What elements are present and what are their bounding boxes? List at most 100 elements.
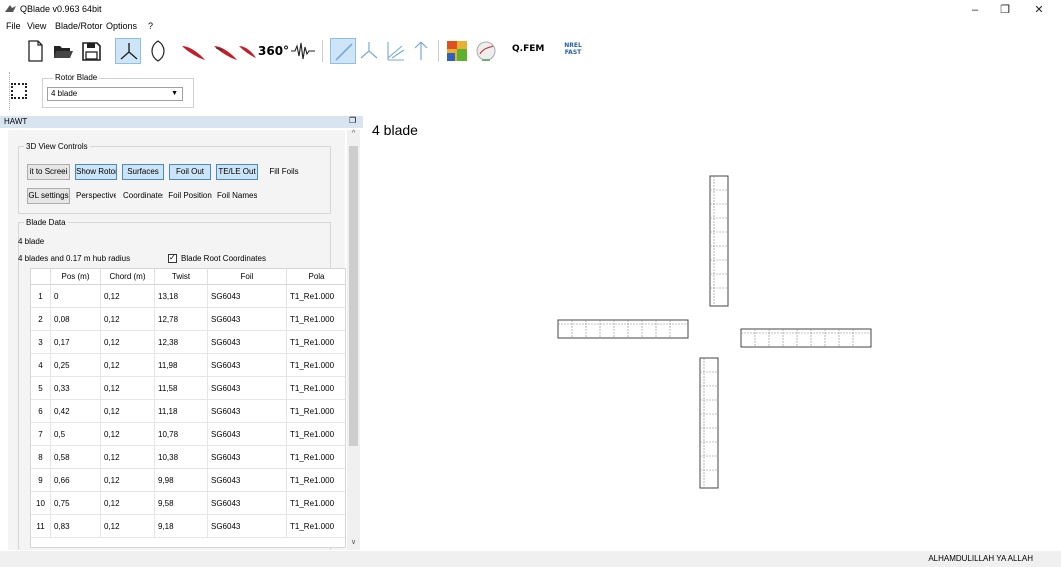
- table-row[interactable]: 8 0,58 0,12 10,38 SG6043 T1_Re1.000: [31, 446, 345, 469]
- cell-twist[interactable]: 13,18: [155, 285, 208, 308]
- 3d-viewport[interactable]: 4 blade: [364, 116, 1061, 550]
- cell-twist[interactable]: 11,58: [155, 377, 208, 400]
- close-icon[interactable]: ✕: [1024, 2, 1054, 18]
- cell-polar[interactable]: T1_Re1.000: [287, 515, 345, 538]
- maximize-icon[interactable]: ❐: [990, 2, 1020, 18]
- cell-chord[interactable]: 0,12: [101, 331, 155, 354]
- cell-foil[interactable]: SG6043: [208, 469, 287, 492]
- table-row[interactable]: 9 0,66 0,12 9,98 SG6043 T1_Re1.000: [31, 469, 345, 492]
- blade-root-coordinates-checkbox[interactable]: [168, 253, 177, 263]
- coordinates-button[interactable]: Coordinates: [122, 188, 164, 204]
- menu-help[interactable]: ?: [148, 21, 153, 31]
- menu-view[interactable]: View: [27, 21, 46, 31]
- minimize-icon[interactable]: –: [960, 2, 990, 18]
- cell-pos[interactable]: 0,25: [51, 354, 101, 377]
- rotor-blade-select[interactable]: 4 blade ▼: [47, 87, 183, 101]
- cell-twist[interactable]: 12,38: [155, 331, 208, 354]
- table-row[interactable]: 3 0,17 0,12 12,38 SG6043 T1_Re1.000: [31, 331, 345, 354]
- cell-pos[interactable]: 0: [51, 285, 101, 308]
- cell-pos[interactable]: 0,08: [51, 308, 101, 331]
- cell-foil[interactable]: SG6043: [208, 423, 287, 446]
- cell-chord[interactable]: 0,12: [101, 285, 155, 308]
- cell-polar[interactable]: T1_Re1.000: [287, 285, 345, 308]
- cell-foil[interactable]: SG6043: [208, 400, 287, 423]
- cell-chord[interactable]: 0,12: [101, 446, 155, 469]
- cell-chord[interactable]: 0,12: [101, 400, 155, 423]
- cell-polar[interactable]: T1_Re1.000: [287, 492, 345, 515]
- menu-blade-rotor[interactable]: Blade/Rotor: [55, 21, 103, 31]
- qfem-heatmap-icon[interactable]: [444, 38, 470, 64]
- cell-twist[interactable]: 12,78: [155, 308, 208, 331]
- cell-foil[interactable]: SG6043: [208, 446, 287, 469]
- extrapolation-icon[interactable]: [290, 38, 316, 64]
- scroll-down-icon[interactable]: ∨: [347, 538, 360, 550]
- cell-foil[interactable]: SG6043: [208, 515, 287, 538]
- cell-chord[interactable]: 0,12: [101, 354, 155, 377]
- cell-polar[interactable]: T1_Re1.000: [287, 400, 345, 423]
- cell-chord[interactable]: 0,12: [101, 492, 155, 515]
- cell-foil[interactable]: SG6043: [208, 354, 287, 377]
- cell-chord[interactable]: 0,12: [101, 377, 155, 400]
- fit-to-screen-button[interactable]: it to Screei: [27, 164, 70, 180]
- cell-twist[interactable]: 10,78: [155, 423, 208, 446]
- wind-field-icon[interactable]: [473, 38, 499, 64]
- perspective-button[interactable]: Perspective: [75, 188, 117, 204]
- row-number[interactable]: 9: [31, 469, 51, 492]
- foil-position-button[interactable]: Foil Position: [167, 188, 213, 204]
- cell-twist[interactable]: 10,38: [155, 446, 208, 469]
- table-row[interactable]: 1 0 0,12 13,18 SG6043 T1_Re1.000: [31, 285, 345, 308]
- multi-param-icon[interactable]: [382, 38, 408, 64]
- table-row[interactable]: 6 0,42 0,12 11,18 SG6043 T1_Re1.000: [31, 400, 345, 423]
- cell-twist[interactable]: 9,18: [155, 515, 208, 538]
- cell-twist[interactable]: 11,98: [155, 354, 208, 377]
- cell-polar[interactable]: T1_Re1.000: [287, 423, 345, 446]
- cell-polar[interactable]: T1_Re1.000: [287, 377, 345, 400]
- gl-settings-button[interactable]: GL settings: [27, 188, 70, 204]
- cell-foil[interactable]: SG6043: [208, 377, 287, 400]
- row-number[interactable]: 10: [31, 492, 51, 515]
- table-row[interactable]: 7 0,5 0,12 10,78 SG6043 T1_Re1.000: [31, 423, 345, 446]
- cell-pos[interactable]: 0,75: [51, 492, 101, 515]
- float-window-icon[interactable]: ❐: [349, 116, 356, 125]
- cell-chord[interactable]: 0,12: [101, 308, 155, 331]
- foil-out-button[interactable]: Foil Out: [169, 164, 211, 180]
- cell-twist[interactable]: 11,18: [155, 400, 208, 423]
- cell-polar[interactable]: T1_Re1.000: [287, 308, 345, 331]
- xfoil-icon[interactable]: [212, 38, 238, 64]
- cell-chord[interactable]: 0,12: [101, 423, 155, 446]
- cell-pos[interactable]: 0,83: [51, 515, 101, 538]
- airfoil-icon[interactable]: [180, 38, 206, 64]
- table-row[interactable]: 2 0,08 0,12 12,78 SG6043 T1_Re1.000: [31, 308, 345, 331]
- row-number[interactable]: 2: [31, 308, 51, 331]
- hawt-icon[interactable]: [115, 38, 141, 64]
- cell-foil[interactable]: SG6043: [208, 492, 287, 515]
- rotor-simulation-icon[interactable]: [356, 38, 382, 64]
- table-row[interactable]: 4 0,25 0,12 11,98 SG6043 T1_Re1.000: [31, 354, 345, 377]
- nrel-fast-icon[interactable]: NREL FAST: [556, 38, 590, 64]
- menu-file[interactable]: File: [6, 21, 21, 31]
- dock-scrollbar[interactable]: ^ ∨: [347, 130, 360, 550]
- cell-pos[interactable]: 0,17: [51, 331, 101, 354]
- surfaces-button[interactable]: Surfaces: [122, 164, 164, 180]
- 360-polar-icon[interactable]: 360°: [238, 38, 289, 64]
- menu-options[interactable]: Options: [106, 21, 137, 31]
- column-header-polar[interactable]: Pola: [287, 269, 345, 285]
- blade-design-icon[interactable]: [330, 38, 356, 64]
- table-row[interactable]: 11 0,83 0,12 9,18 SG6043 T1_Re1.000: [31, 515, 345, 538]
- cell-polar[interactable]: T1_Re1.000: [287, 469, 345, 492]
- cell-chord[interactable]: 0,12: [101, 515, 155, 538]
- scroll-up-icon[interactable]: ^: [347, 130, 360, 142]
- table-row[interactable]: 5 0,33 0,12 11,58 SG6043 T1_Re1.000: [31, 377, 345, 400]
- cell-foil[interactable]: SG6043: [208, 285, 287, 308]
- column-header-twist[interactable]: Twist: [155, 269, 208, 285]
- cell-pos[interactable]: 0,33: [51, 377, 101, 400]
- qfem-icon[interactable]: Q.FEM: [508, 38, 544, 64]
- open-folder-icon[interactable]: [50, 38, 76, 64]
- cell-polar[interactable]: T1_Re1.000: [287, 446, 345, 469]
- cell-pos[interactable]: 0,42: [51, 400, 101, 423]
- table-row[interactable]: 10 0,75 0,12 9,58 SG6043 T1_Re1.000: [31, 492, 345, 515]
- vawt-icon[interactable]: [145, 38, 171, 64]
- turbine-icon[interactable]: [408, 38, 434, 64]
- cell-polar[interactable]: T1_Re1.000: [287, 331, 345, 354]
- cell-chord[interactable]: 0,12: [101, 469, 155, 492]
